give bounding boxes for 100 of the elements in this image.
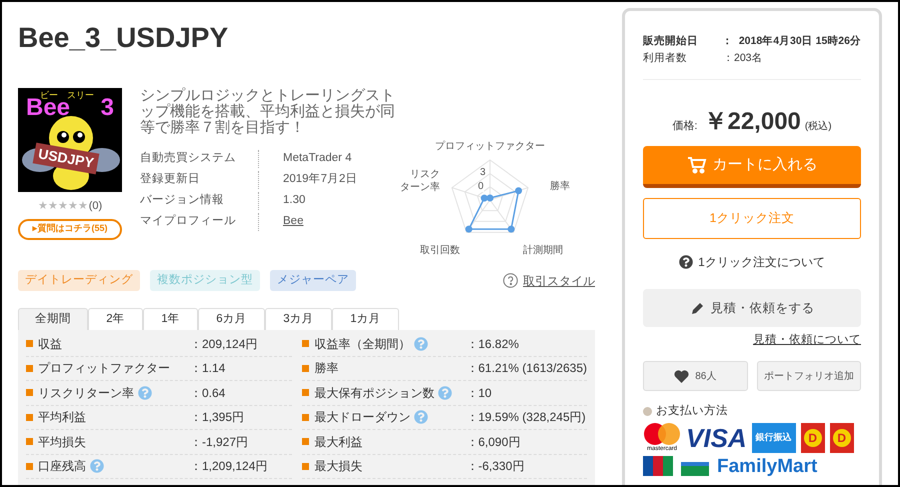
bullet-icon: [302, 438, 310, 446]
stat-value: ：1.14: [190, 360, 226, 378]
bullet-icon: [26, 340, 33, 348]
stat-label: 勝率: [314, 360, 338, 378]
meta-value: ： 2018年4月30日 15時26分: [722, 34, 861, 49]
page-title: Bee_3_USDJPY: [18, 21, 230, 55]
info-value: 2019年7月2日: [283, 172, 358, 188]
visa-logo: VISA: [686, 424, 747, 450]
bullet-icon: [26, 438, 33, 446]
estimate-info-link[interactable]: 見積・依頼について: [753, 332, 861, 350]
axis-label: プロフィットファクター: [435, 140, 545, 153]
stat-value: ：1,209,124円: [190, 458, 268, 476]
period-tab[interactable]: 2年: [88, 308, 143, 330]
stat-label: 最大保有ポジション数: [314, 384, 434, 402]
help-circle-icon: [503, 273, 518, 288]
period-tab[interactable]: 1カ月: [332, 308, 399, 330]
stat-label: 最大損失: [314, 458, 362, 476]
store-logo: D: [800, 422, 825, 452]
stat-label: 平均利益: [38, 409, 86, 426]
info-value: 1.30: [283, 193, 306, 208]
meta-label: 利用者数: [643, 51, 688, 66]
style-tag: 複数ポジション型: [150, 270, 260, 291]
bullet-icon: [302, 389, 310, 396]
info-label: 登録更新日: [140, 171, 201, 188]
bullet-icon: [26, 462, 33, 470]
stat-value: ：0.64: [190, 384, 226, 402]
bullet-icon: [302, 462, 310, 470]
meta-label: 販売開始日: [643, 34, 699, 49]
stat-value: ：16.82%: [466, 336, 519, 353]
stat-value: ：61.21% (1613/2635): [466, 360, 587, 378]
tax-note: (税込): [804, 120, 832, 134]
stat-value: ：209,124円: [190, 336, 258, 353]
mastercard-icon: [644, 422, 680, 444]
meta-value: ：203名: [723, 51, 763, 66]
familymart-logo: FamilyMart: [717, 456, 818, 476]
stat-label: リスクリターン率: [38, 384, 134, 402]
star-icon: ★: [78, 198, 88, 214]
bullet-icon: [26, 414, 33, 421]
bullet-icon: [302, 340, 310, 348]
one-click-help-link[interactable]: 1クリック注文について: [643, 253, 861, 271]
bullet-icon: [302, 414, 310, 421]
bullet-icon: [302, 364, 310, 372]
period-tab[interactable]: 3カ月: [265, 308, 332, 330]
info-label: マイプロフィール: [140, 213, 237, 230]
profile-link[interactable]: Bee: [283, 213, 304, 231]
logo-ruby: ビー スリー: [40, 89, 94, 100]
price-label: 価格:: [672, 119, 698, 134]
axis-label: リスクターン率: [400, 168, 441, 194]
help-icon[interactable]: [414, 410, 428, 424]
axis-label: 計測期間: [523, 244, 563, 257]
axis-label: 取引回数: [420, 244, 460, 257]
bullet-icon: [643, 407, 652, 416]
add-portfolio-button[interactable]: ポートフォリオ追加: [756, 361, 861, 392]
stat-label: 口座残高: [38, 458, 86, 476]
help-icon[interactable]: [90, 459, 104, 474]
stat-value: ：10: [466, 384, 492, 402]
period-tab[interactable]: 6カ月: [198, 308, 265, 330]
help-icon[interactable]: [414, 336, 428, 351]
trading-style-link[interactable]: 取引スタイル: [503, 272, 595, 290]
estimate-button[interactable]: 見積・依頼をする: [643, 289, 861, 327]
axis-label: 勝率: [550, 180, 570, 193]
payment-title: お支払い方法: [656, 403, 728, 420]
logo-number: 3: [100, 96, 114, 120]
axis-tick: 0: [478, 182, 484, 192]
stat-value: ：1,395円: [190, 409, 244, 426]
price: ￥22,000: [703, 107, 801, 137]
stat-label: 収益率（全期間）: [314, 336, 410, 353]
stat-label: プロフィットファクター: [38, 360, 170, 378]
bank-transfer-logo: 銀行振込: [752, 422, 796, 452]
info-label: 自動売買システム: [140, 150, 237, 166]
favorite-button[interactable]: 86人: [643, 361, 748, 392]
stripe-icon: [681, 462, 709, 476]
stat-label: 最大利益: [314, 434, 362, 451]
style-tag: デイトレーディング: [18, 270, 140, 291]
stat-label: 平均損失: [38, 434, 86, 451]
review-count: (0): [88, 199, 102, 214]
star-icon: ★: [48, 198, 58, 214]
stat-value: ：-6,330円: [466, 458, 524, 476]
store-logo: D: [830, 422, 854, 452]
bullet-icon: [26, 364, 33, 372]
stat-value: ：6,090円: [466, 434, 520, 451]
stat-label: 収益: [38, 336, 62, 353]
help-icon[interactable]: [138, 386, 152, 400]
star-icon: ★: [68, 198, 78, 214]
period-tab[interactable]: 1年: [143, 308, 198, 330]
stat-label: 最大ドローダウン: [314, 409, 410, 426]
star-icon: ★: [58, 198, 68, 214]
star-icon: ★: [38, 198, 48, 214]
stat-value: ：19.59% (328,245円): [466, 409, 586, 426]
period-tab[interactable]: 全期間: [18, 308, 88, 330]
pen-icon: [690, 300, 704, 316]
stat-value: ：-1,927円: [190, 434, 248, 451]
heart-icon: [674, 370, 690, 383]
cart-icon: [686, 156, 706, 174]
axis-tick: 3: [480, 166, 486, 180]
help-icon: [679, 255, 694, 269]
info-label: バージョン情報: [140, 192, 225, 208]
product-description: シンプルロジックとトレーリングストップ機能を搭載、平均利益と損失が同等で勝率７割を目指す！: [140, 88, 396, 136]
help-icon[interactable]: [438, 386, 452, 400]
card-logo: [643, 456, 673, 476]
